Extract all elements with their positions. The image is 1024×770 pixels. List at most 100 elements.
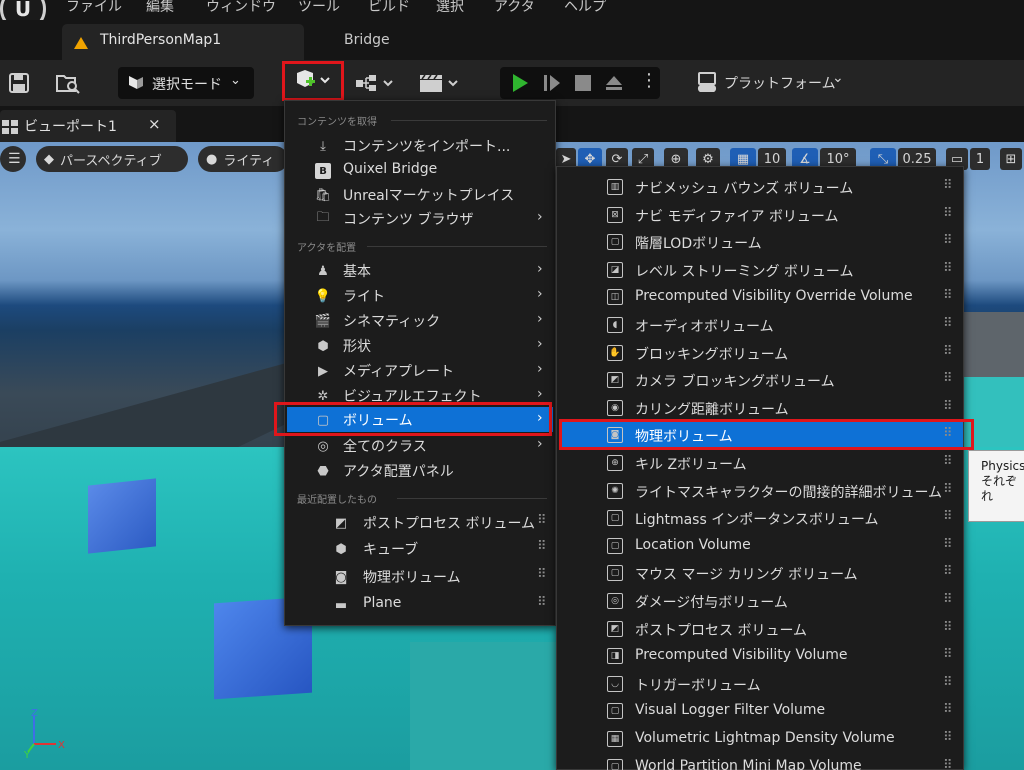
drag-handle-icon[interactable]: ⠿ bbox=[943, 675, 953, 690]
menu-item-all-classes[interactable]: ◎ 全てのクラス › bbox=[287, 433, 553, 458]
stop-icon[interactable] bbox=[574, 74, 592, 92]
drag-handle-icon[interactable]: ⠿ bbox=[943, 316, 953, 331]
menu-tools[interactable]: ツール bbox=[298, 0, 340, 16]
divider bbox=[391, 120, 547, 121]
volume-item-label: ナビ モディファイア ボリューム bbox=[635, 208, 839, 225]
volume-item[interactable]: ▥ ナビメッシュ バウンズ ボリューム ⠿ bbox=[559, 174, 963, 200]
menu-item-cinematic[interactable]: 🎬 シネマティック › bbox=[287, 308, 553, 333]
volume-item[interactable]: ◡ トリガーボリューム ⠿ bbox=[559, 671, 963, 697]
menu-help[interactable]: ヘルプ bbox=[564, 0, 606, 16]
menu-item-shapes[interactable]: ⬢ 形状 › bbox=[287, 333, 553, 358]
volume-item[interactable]: ▢ Lightmass インポータンスボリューム ⠿ bbox=[559, 505, 963, 531]
drag-handle-icon[interactable]: ⠿ bbox=[943, 592, 953, 607]
menu-window[interactable]: ウィンドウ bbox=[206, 0, 276, 16]
volume-item[interactable]: ▢ Visual Logger Filter Volume ⠿ bbox=[559, 698, 963, 724]
menu-file[interactable]: ファイル bbox=[66, 0, 122, 16]
blueprint-dropdown[interactable] bbox=[354, 70, 398, 96]
browse-content-icon[interactable] bbox=[54, 70, 82, 96]
drag-handle-icon[interactable]: ⠿ bbox=[537, 513, 547, 528]
tab-third-person-map[interactable]: ThirdPersonMap1 bbox=[62, 24, 304, 60]
drag-handle-icon[interactable]: ⠿ bbox=[943, 702, 953, 717]
volume-item[interactable]: ▢ 階層LODボリューム ⠿ bbox=[559, 229, 963, 255]
menu-item-basic[interactable]: ♟ 基本 › bbox=[287, 258, 553, 283]
drag-handle-icon[interactable]: ⠿ bbox=[943, 371, 953, 386]
volume-item[interactable]: ✺ ライトマスキャラクターの間接的詳細ボリューム ⠿ bbox=[559, 478, 963, 504]
volume-type-icon: ▢ bbox=[607, 537, 623, 554]
volume-item[interactable]: ▢ マウス マージ カリング ボリューム ⠿ bbox=[559, 560, 963, 586]
drag-handle-icon[interactable]: ⠿ bbox=[537, 567, 547, 582]
drag-handle-icon[interactable]: ⠿ bbox=[943, 454, 953, 469]
drag-handle-icon[interactable]: ⠿ bbox=[943, 206, 953, 221]
drag-handle-icon[interactable]: ⠿ bbox=[537, 539, 547, 554]
volume-item-label: Visual Logger Filter Volume bbox=[635, 702, 826, 719]
drag-handle-icon[interactable]: ⠿ bbox=[943, 647, 953, 662]
volume-item[interactable]: ▦ Volumetric Lightmap Density Volume ⠿ bbox=[559, 726, 963, 752]
volume-item[interactable]: ▢ World Partition Mini Map Volume ⠿ bbox=[559, 754, 963, 770]
volume-item[interactable]: ◉ カリング距離ボリューム ⠿ bbox=[559, 395, 963, 421]
volume-item[interactable]: ◩ カメラ ブロッキングボリューム ⠿ bbox=[559, 367, 963, 393]
add-content-button[interactable] bbox=[282, 61, 344, 101]
volume-item-label: World Partition Mini Map Volume bbox=[635, 757, 862, 770]
drag-handle-icon[interactable]: ⠿ bbox=[943, 482, 953, 497]
viewport-layout-icon[interactable]: ⊞ bbox=[1000, 148, 1022, 170]
volume-item[interactable]: ◨ Precomputed Visibility Volume ⠿ bbox=[559, 643, 963, 669]
camera-speed-value[interactable]: 1 bbox=[970, 148, 990, 170]
drag-handle-icon[interactable]: ⠿ bbox=[943, 399, 953, 414]
recent-item-cube[interactable]: ⬢ キューブ ⠿ bbox=[287, 536, 553, 561]
drag-handle-icon[interactable]: ⠿ bbox=[943, 758, 953, 770]
menu-item-light[interactable]: 💡 ライト › bbox=[287, 283, 553, 308]
menu-item-label: Unrealマーケットプレイス bbox=[343, 188, 515, 204]
volume-item[interactable]: ✋ ブロッキングボリューム ⠿ bbox=[559, 340, 963, 366]
drag-handle-icon[interactable]: ⠿ bbox=[943, 261, 953, 276]
drag-handle-icon[interactable]: ⠿ bbox=[943, 537, 953, 552]
menu-item-import-content[interactable]: ⤓ コンテンツをインポート... bbox=[287, 133, 553, 158]
perspective-dropdown[interactable]: ◆ パースペクティブ bbox=[36, 146, 188, 172]
selection-mode-dropdown[interactable]: 選択モード ⌄ bbox=[118, 67, 254, 99]
recent-item-physics-volume[interactable]: ◙ 物理ボリューム ⠿ bbox=[287, 564, 553, 589]
play-options-icon[interactable]: ⋮ bbox=[640, 70, 658, 91]
save-icon[interactable] bbox=[6, 70, 32, 96]
tab-map-label: ThirdPersonMap1 bbox=[100, 32, 222, 48]
advance-frame-icon[interactable] bbox=[542, 73, 562, 93]
menu-actor[interactable]: アクタ bbox=[494, 0, 535, 16]
volume-item[interactable]: ⊠ ナビ モディファイア ボリューム ⠿ bbox=[559, 202, 963, 228]
close-icon[interactable]: × bbox=[148, 115, 161, 133]
viewport-options-button[interactable]: ☰ bbox=[0, 146, 26, 172]
drag-handle-icon[interactable]: ⠿ bbox=[943, 509, 953, 524]
play-icon[interactable] bbox=[510, 73, 530, 93]
recent-item-post-process[interactable]: ◩ ポストプロセス ボリューム ⠿ bbox=[287, 510, 553, 535]
menu-select[interactable]: 選択 bbox=[436, 0, 464, 16]
menu-item-quixel-bridge[interactable]: B Quixel Bridge bbox=[287, 158, 553, 183]
volume-item[interactable]: ◖ オーディオボリューム ⠿ bbox=[559, 312, 963, 338]
drag-handle-icon[interactable]: ⠿ bbox=[943, 730, 953, 745]
volume-item[interactable]: ◩ ポストプロセス ボリューム ⠿ bbox=[559, 616, 963, 642]
platforms-dropdown[interactable]: プラットフォーム ⌄ bbox=[690, 68, 860, 98]
cinematics-dropdown[interactable] bbox=[416, 70, 464, 96]
recent-item-plane[interactable]: ▬ Plane ⠿ bbox=[287, 592, 553, 617]
drag-handle-icon[interactable]: ⠿ bbox=[943, 233, 953, 248]
menu-item-place-actors-panel[interactable]: ⬣ アクタ配置パネル bbox=[287, 458, 553, 483]
drag-handle-icon[interactable]: ⠿ bbox=[943, 178, 953, 193]
volume-item[interactable]: ◪ レベル ストリーミング ボリューム ⠿ bbox=[559, 257, 963, 283]
volume-item[interactable]: ⊕ キル Zボリューム ⠿ bbox=[559, 450, 963, 476]
eject-icon[interactable] bbox=[604, 73, 624, 93]
tab-bridge[interactable]: Bridge bbox=[344, 32, 390, 48]
tab-viewport-1[interactable]: ビューポート1 × bbox=[0, 110, 176, 142]
menu-item-media-plate[interactable]: ▶ メディアプレート › bbox=[287, 358, 553, 383]
menu-item-content-browser[interactable]: 🗀 コンテンツ ブラウザ › bbox=[287, 206, 553, 231]
volume-item[interactable]: ◫ Precomputed Visibility Override Volume ⠿ bbox=[559, 284, 963, 310]
menu-item-marketplace[interactable]: 🛍 Unrealマーケットプレイス bbox=[287, 182, 553, 207]
drag-handle-icon[interactable]: ⠿ bbox=[943, 288, 953, 303]
volume-item[interactable]: ◎ ダメージ付与ボリューム ⠿ bbox=[559, 588, 963, 614]
drag-handle-icon[interactable]: ⠿ bbox=[943, 564, 953, 579]
menu-build[interactable]: ビルド bbox=[368, 0, 410, 16]
menu-edit[interactable]: 編集 bbox=[146, 0, 174, 16]
drag-handle-icon[interactable]: ⠿ bbox=[537, 595, 547, 610]
scene-cube[interactable] bbox=[88, 478, 156, 554]
drag-handle-icon[interactable]: ⠿ bbox=[943, 620, 953, 635]
volume-item[interactable]: ▢ Location Volume ⠿ bbox=[559, 533, 963, 559]
chevron-right-icon: › bbox=[537, 261, 543, 277]
drag-handle-icon[interactable]: ⠿ bbox=[943, 344, 953, 359]
volume-type-icon: ◖ bbox=[607, 317, 623, 333]
view-mode-dropdown[interactable]: ● ライティ bbox=[198, 146, 288, 172]
